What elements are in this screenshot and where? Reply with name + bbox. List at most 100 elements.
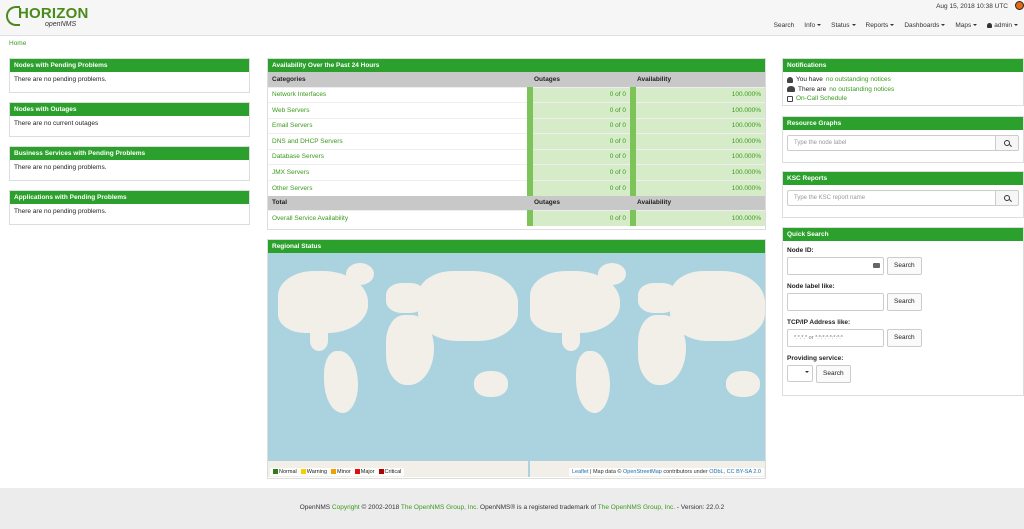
panel-body: Type the node label: [783, 130, 1023, 156]
breadcrumb-home[interactable]: Home: [9, 40, 26, 47]
logo-subtext: openNMS: [45, 21, 77, 28]
tcpip-search-button[interactable]: Search: [887, 329, 922, 347]
legend-label: Minor: [337, 469, 351, 475]
category-label[interactable]: Network Interfaces: [272, 91, 326, 98]
panel-title[interactable]: Availability Over the Past 24 Hours: [268, 59, 765, 72]
overall-label[interactable]: Overall Service Availability: [272, 215, 348, 222]
node-label-input[interactable]: Type the node label: [787, 135, 995, 151]
panel-title[interactable]: KSC Reports: [783, 172, 1023, 185]
availability-cell: 100.000%: [630, 86, 765, 103]
license-link[interactable]: ODbL, CC BY-SA 2.0: [709, 469, 761, 475]
oncall-link[interactable]: On-Call Schedule: [796, 95, 847, 102]
users-icon: [787, 86, 795, 93]
service-search-button[interactable]: Search: [816, 365, 851, 383]
node-label-search-button[interactable]: Search: [887, 293, 922, 311]
map-legend: Normal Warning Minor Major Critical: [270, 468, 405, 476]
panel-title[interactable]: Nodes with Pending Problems: [10, 59, 249, 72]
service-select[interactable]: [787, 365, 813, 382]
category-link[interactable]: Network Interfaces: [268, 86, 530, 103]
nav-status[interactable]: Status: [831, 22, 856, 29]
category-label[interactable]: Other Servers: [272, 185, 312, 192]
category-link[interactable]: JMX Servers: [268, 164, 530, 180]
notice-text: There are: [798, 85, 827, 93]
nav-reports[interactable]: Reports: [866, 22, 895, 29]
osm-link[interactable]: OpenStreetMap: [623, 469, 662, 475]
landmass-greenland: [346, 263, 374, 285]
panel-notifications: Notifications You have no outstanding no…: [782, 58, 1024, 106]
ksc-search-button[interactable]: [995, 190, 1019, 206]
overall-link[interactable]: Overall Service Availability: [268, 210, 530, 226]
outages-cell[interactable]: 0 of 0: [527, 117, 633, 134]
outages-cell[interactable]: 0 of 0: [527, 86, 633, 103]
server-datetime: Aug 15, 2018 10:38 UTC: [936, 3, 1008, 10]
notice-link[interactable]: no outstanding notices: [826, 76, 891, 83]
category-label[interactable]: Database Servers: [272, 153, 324, 160]
category-label[interactable]: JMX Servers: [272, 169, 309, 176]
outages-cell[interactable]: 0 of 0: [527, 148, 633, 165]
table-row: Web Servers 0 of 0 100.000%: [268, 102, 765, 118]
panel-title[interactable]: Notifications: [783, 59, 1023, 72]
leaflet-link[interactable]: Leaflet: [572, 469, 589, 475]
legend-label: Warning: [306, 469, 328, 475]
ksc-search-group: Type the KSC report name: [787, 190, 1019, 206]
legend-label: Major: [360, 469, 375, 475]
panel-title[interactable]: Resource Graphs: [783, 117, 1023, 130]
nav-user[interactable]: admin: [987, 22, 1018, 29]
resource-search-button[interactable]: [995, 135, 1019, 151]
nav-search[interactable]: Search: [774, 22, 795, 29]
outages-cell[interactable]: 0 of 0: [527, 210, 633, 226]
nav-dashboards[interactable]: Dashboards: [904, 22, 946, 29]
landmass-asia: [418, 271, 518, 341]
panel-title[interactable]: Nodes with Outages: [10, 103, 249, 116]
availability-table: Categories Outages Availability Network …: [268, 72, 765, 226]
outages-cell[interactable]: 0 of 0: [527, 102, 633, 118]
panel-title[interactable]: Applications with Pending Problems: [10, 191, 249, 204]
opennms-group-link[interactable]: The OpenNMS Group, Inc.: [401, 504, 478, 511]
table-row: Email Servers 0 of 0 100.000%: [268, 117, 765, 134]
footer-text: OpenNMS® is a registered trademark of: [478, 504, 598, 511]
opennms-group-link[interactable]: The OpenNMS Group, Inc.: [598, 504, 675, 511]
main-nav: Search Info Status Reports Dashboards Ma…: [774, 22, 1018, 29]
availability-cell: 100.000%: [630, 210, 765, 226]
tcpip-input[interactable]: *.*.*.* or *:*:*:*:*:*:*:*: [787, 329, 884, 347]
user-icon: [787, 76, 793, 83]
col-outages: Outages: [530, 195, 633, 211]
category-link[interactable]: Database Servers: [268, 148, 530, 165]
alarm-ghost-icon[interactable]: [1015, 1, 1024, 10]
category-link[interactable]: DNS and DHCP Servers: [268, 133, 530, 149]
notice-link[interactable]: no outstanding notices: [829, 86, 894, 93]
category-link[interactable]: Email Servers: [268, 117, 530, 134]
outages-cell[interactable]: 0 of 0: [527, 164, 633, 180]
world-map[interactable]: Normal Warning Minor Major Critical Leaf…: [268, 253, 765, 477]
node-id-input[interactable]: [787, 257, 884, 275]
category-label[interactable]: Email Servers: [272, 122, 312, 129]
footer-text: © 2002-2018: [359, 504, 401, 511]
notice-row: You have no outstanding notices: [787, 75, 1019, 85]
legend-label: Critical: [384, 469, 402, 475]
node-id-search-button[interactable]: Search: [887, 257, 922, 275]
panel-body: There are no pending problems.: [14, 164, 107, 171]
node-label-input[interactable]: [787, 293, 884, 311]
calendar-icon: [787, 95, 793, 102]
outages-cell[interactable]: 0 of 0: [527, 179, 633, 196]
category-label[interactable]: DNS and DHCP Servers: [272, 138, 343, 145]
logo-text: HORIZON: [18, 5, 89, 22]
landmass-south-america: [576, 351, 610, 413]
swatch-icon: [378, 469, 384, 475]
oncall-row: On-Call Schedule: [787, 94, 1019, 104]
nav-maps[interactable]: Maps: [955, 22, 978, 29]
panel-title[interactable]: Business Services with Pending Problems: [10, 147, 249, 160]
landmass-asia: [670, 271, 765, 341]
table-row: Other Servers 0 of 0 100.000%: [268, 179, 765, 196]
category-link[interactable]: Other Servers: [268, 179, 530, 196]
category-link[interactable]: Web Servers: [268, 102, 530, 118]
category-label[interactable]: Web Servers: [272, 107, 309, 114]
ksc-report-input[interactable]: Type the KSC report name: [787, 190, 995, 206]
copyright-link[interactable]: Copyright: [332, 504, 360, 511]
map-attribution: Leaflet | Map data © OpenStreetMap contr…: [568, 468, 764, 476]
horizon-logo[interactable]: HORIZON openNMS: [6, 5, 89, 31]
swatch-icon: [354, 469, 360, 475]
nav-info[interactable]: Info: [804, 22, 822, 29]
col-categories: Categories: [268, 72, 530, 87]
outages-cell[interactable]: 0 of 0: [527, 133, 633, 149]
